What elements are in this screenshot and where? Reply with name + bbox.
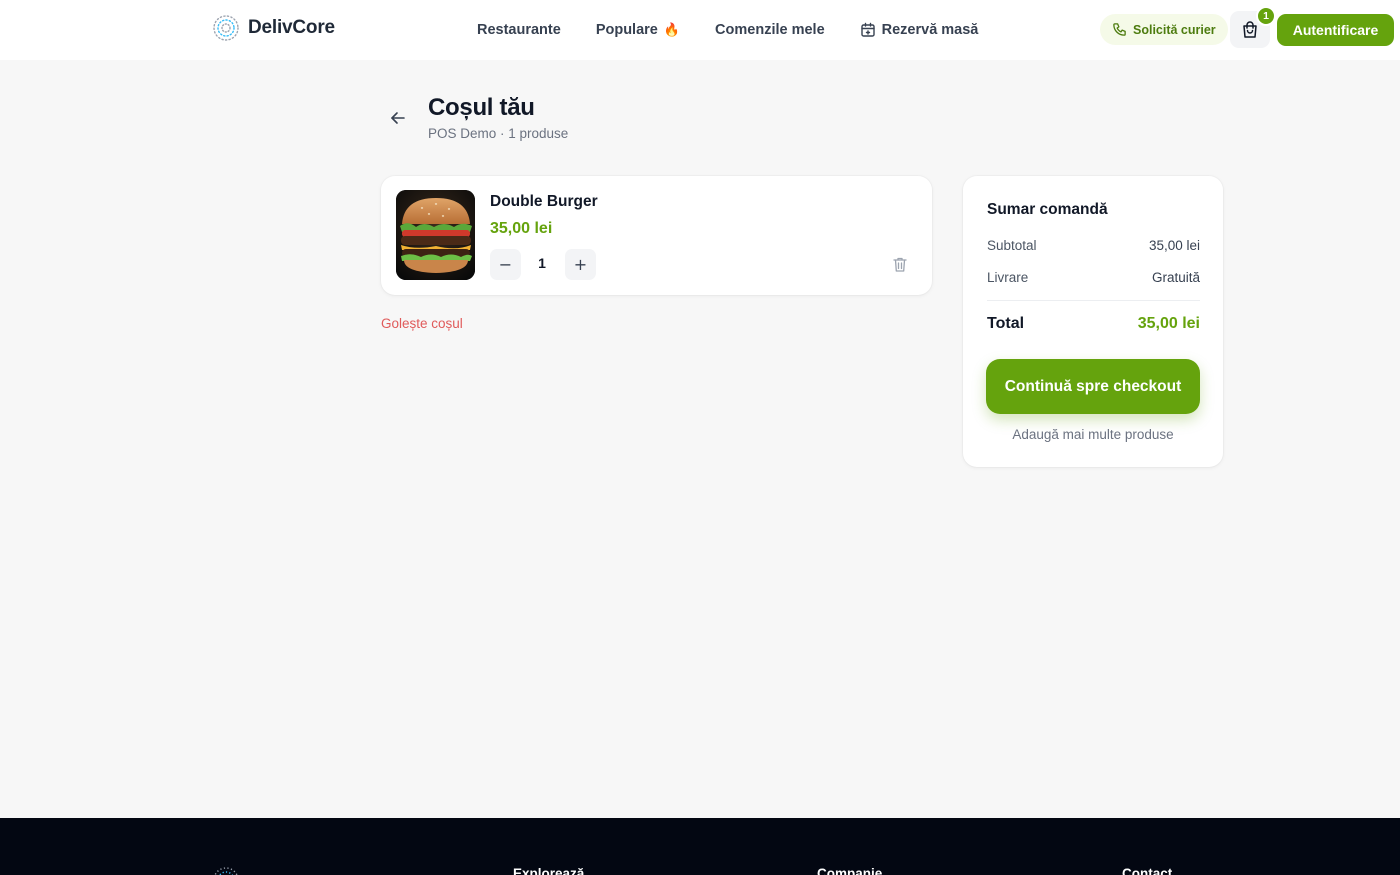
subtotal-value: 35,00 lei bbox=[1148, 238, 1200, 253]
remove-item-button[interactable] bbox=[892, 256, 908, 273]
order-summary: Sumar comandă Subtotal 35,00 lei Livrare… bbox=[963, 176, 1223, 467]
summary-title: Sumar comandă bbox=[987, 201, 1108, 218]
delivery-label: Livrare bbox=[987, 270, 1029, 285]
total-value: 35,00 lei bbox=[1137, 315, 1200, 332]
clear-cart-link[interactable]: Golește coșul bbox=[381, 316, 463, 331]
quantity-value: 1 bbox=[538, 255, 546, 271]
nav-label: Restaurante bbox=[477, 22, 561, 38]
top-header: DelivCore Restaurante Populare 🔥 Comenzil… bbox=[0, 0, 1400, 60]
product-price: 35,00 lei bbox=[490, 220, 553, 237]
request-courier-button[interactable]: Solicită curier bbox=[1100, 14, 1228, 45]
subtotal-row: Subtotal 35,00 lei bbox=[987, 238, 1200, 253]
cart-button[interactable]: 1 bbox=[1230, 6, 1276, 48]
nav-my-orders[interactable]: Comenzile mele bbox=[715, 22, 825, 38]
arrow-left-icon bbox=[391, 112, 405, 124]
logo-mark-icon bbox=[213, 15, 239, 41]
nav-restaurants[interactable]: Restaurante bbox=[477, 22, 561, 38]
delivery-row: Livrare Gratuită bbox=[987, 270, 1200, 285]
increase-quantity-button[interactable]: + bbox=[565, 249, 596, 280]
calendar-icon bbox=[860, 22, 875, 37]
back-button[interactable] bbox=[387, 107, 409, 129]
main-nav: Restaurante Populare 🔥 Comenzile mele Rez… bbox=[477, 0, 978, 60]
nav-label: Comenzile mele bbox=[715, 22, 825, 38]
page-title: Coșul tău bbox=[428, 94, 535, 121]
total-label: Total bbox=[987, 315, 1025, 332]
shopping-bag-icon bbox=[1243, 20, 1257, 38]
subtotal-label: Subtotal bbox=[987, 238, 1037, 253]
site-footer: Explorează Companie Contact bbox=[0, 818, 1400, 875]
summary-divider bbox=[987, 300, 1200, 301]
total-row: Total 35,00 lei bbox=[987, 315, 1200, 333]
nav-popular[interactable]: Populare 🔥 bbox=[596, 22, 680, 38]
login-button[interactable]: Autentificare bbox=[1277, 14, 1394, 46]
cart-count-badge: 1 bbox=[1256, 6, 1276, 26]
nav-book-table[interactable]: Rezervă masă bbox=[860, 22, 979, 38]
checkout-button[interactable]: Continuă spre checkout bbox=[986, 359, 1200, 414]
decrease-quantity-button[interactable]: − bbox=[490, 249, 521, 280]
footer-heading-explore: Explorează bbox=[513, 866, 585, 875]
footer-logo-icon bbox=[214, 867, 238, 875]
product-name: Double Burger bbox=[490, 193, 598, 210]
product-image bbox=[396, 190, 475, 280]
footer-heading-contact: Contact bbox=[1122, 866, 1173, 875]
delivery-value: Gratuită bbox=[1151, 270, 1200, 285]
fire-icon: 🔥 bbox=[663, 22, 681, 37]
page-subtitle: POS Demo · 1 produse bbox=[428, 126, 569, 141]
request-courier-label: Solicită curier bbox=[1133, 22, 1216, 37]
trash-icon bbox=[893, 257, 907, 272]
phone-icon bbox=[1113, 23, 1126, 36]
burger-photo-icon bbox=[396, 190, 475, 280]
cart-item: Double Burger 35,00 lei − 1 + bbox=[381, 176, 932, 295]
nav-label: Rezervă masă bbox=[881, 22, 979, 38]
footer-heading-company: Companie bbox=[817, 866, 883, 875]
brand-logo[interactable]: DelivCore bbox=[212, 14, 335, 42]
brand-name: DelivCore bbox=[248, 17, 335, 38]
nav-label: Populare bbox=[595, 22, 658, 38]
add-more-products-link[interactable]: Adaugă mai multe produse bbox=[963, 427, 1223, 442]
